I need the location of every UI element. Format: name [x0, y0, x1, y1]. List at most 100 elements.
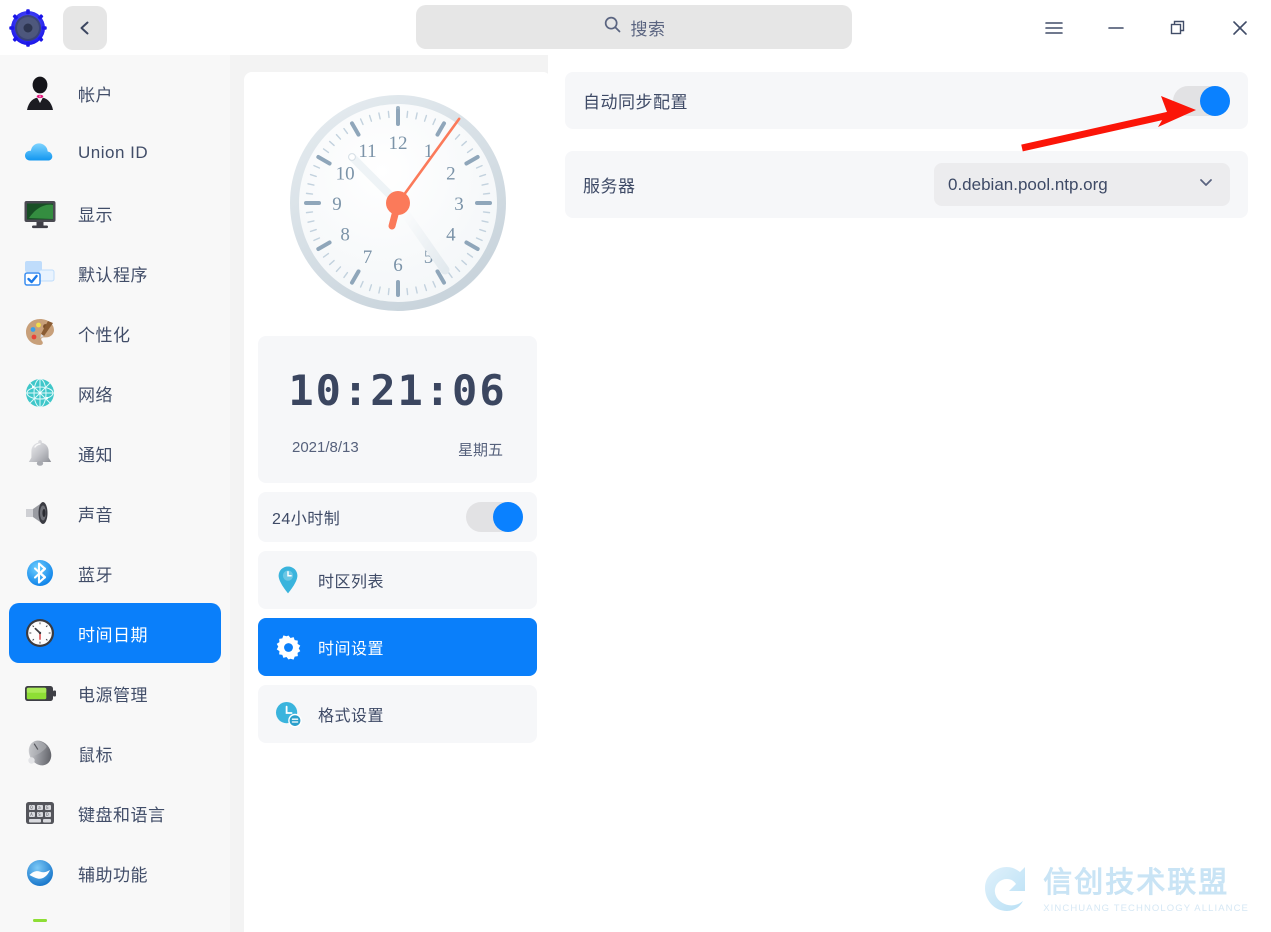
server-select-value: 0.debian.pool.ntp.org [948, 174, 1108, 194]
account-avatar-icon [18, 71, 62, 115]
search-bar[interactable]: 搜索 [416, 5, 852, 49]
minimize-icon[interactable] [1085, 0, 1147, 55]
row-24hour[interactable]: 24小时制 [258, 492, 537, 542]
g-swirl-logo [981, 863, 1033, 920]
sidebar-item-partial[interactable] [9, 903, 221, 932]
sidebar-item-label: 显示 [78, 205, 113, 225]
server-label: 服务器 [583, 177, 636, 196]
digital-time: 10:21:06 [288, 365, 507, 415]
accessibility-icon [18, 851, 62, 895]
sidebar-item-default-apps[interactable]: 默认程序 [9, 243, 221, 303]
keyboard-icon: QaE ASD [18, 791, 62, 835]
close-icon[interactable] [1209, 0, 1271, 55]
partial-green-icon [18, 901, 62, 932]
sidebar-item-label: 默认程序 [78, 265, 148, 285]
chevron-down-icon [1196, 172, 1216, 197]
bell-icon [18, 431, 62, 475]
clock-icon [18, 611, 62, 655]
hamburger-menu-icon[interactable] [1023, 0, 1085, 55]
sidebar-item-notifications[interactable]: 通知 [9, 423, 221, 483]
svg-text:3: 3 [454, 194, 464, 215]
sidebar-item-sound[interactable]: 声音 [9, 483, 221, 543]
palette-icon [18, 311, 62, 355]
toggle-knob [1200, 85, 1230, 116]
settings-gear-icon [9, 8, 47, 47]
window-controls [1023, 0, 1271, 55]
svg-text:9: 9 [332, 194, 342, 215]
sidebar-item-union-id[interactable]: Union ID [9, 123, 221, 183]
chevron-left-icon [75, 18, 95, 38]
sidebar-item-datetime[interactable]: 时间日期 [9, 603, 221, 663]
row-timezone-label: 时区列表 [318, 574, 385, 591]
sidebar-item-label: 键盘和语言 [78, 805, 166, 825]
sidebar-item-label: 声音 [78, 505, 113, 525]
sidebar-item-bluetooth[interactable]: 蓝牙 [9, 543, 221, 603]
analog-clock-face: 1234567891011 12 [289, 95, 506, 311]
svg-text:11: 11 [358, 141, 376, 162]
bluetooth-icon [18, 551, 62, 595]
gear-icon [272, 634, 304, 661]
cloud-icon [18, 131, 62, 175]
server-row: 服务器 0.debian.pool.ntp.org [565, 151, 1248, 218]
digital-weekday: 星期五 [457, 441, 503, 459]
row-24hour-label: 24小时制 [272, 511, 341, 528]
toggle-knob [493, 502, 523, 532]
sidebar-item-mouse[interactable]: 鼠标 [9, 723, 221, 783]
sidebar-item-display[interactable]: 显示 [9, 183, 221, 243]
clock-format-icon [272, 700, 304, 728]
server-select[interactable]: 0.debian.pool.ntp.org [934, 163, 1230, 206]
battery-icon [18, 671, 62, 715]
row-format-settings[interactable]: 格式设置 [258, 685, 537, 743]
sidebar-item-label: Union ID [78, 143, 149, 162]
monitor-icon [18, 191, 62, 235]
mouse-icon [18, 731, 62, 775]
sidebar-item-label: 蓝牙 [78, 565, 113, 585]
watermark-text: 信创技术联盟 XINCHUANG TECHNOLOGY ALLIANCE [1043, 867, 1249, 915]
right-panel: 自动同步配置 服务器 0.debian.pool.ntp.org 信创技术联盟 … [548, 55, 1271, 932]
sidebar-item-accessibility[interactable]: 辅助功能 [9, 843, 221, 903]
search-placeholder: 搜索 [630, 19, 666, 39]
svg-text:7: 7 [362, 247, 372, 268]
row-time-settings[interactable]: 时间设置 [258, 618, 537, 676]
sidebar-item-label: 帐户 [78, 85, 113, 105]
svg-text:12: 12 [388, 133, 407, 154]
row-time-settings-label: 时间设置 [318, 641, 385, 658]
speaker-icon [18, 491, 62, 535]
svg-text:6: 6 [393, 255, 403, 276]
sidebar-item-label: 个性化 [78, 325, 131, 345]
watermark-cn: 信创技术联盟 [1043, 867, 1230, 899]
settings-window: 搜索 帐户 Union ID 显示 默认程序 个性化 网络 通知 声音 蓝牙 时… [0, 0, 1271, 932]
24hour-toggle[interactable] [466, 502, 523, 532]
sidebar-item-network[interactable]: 网络 [9, 363, 221, 423]
search-input[interactable]: 搜索 [416, 5, 852, 49]
restore-icon[interactable] [1147, 0, 1209, 55]
globe-network-icon [18, 371, 62, 415]
back-button[interactable] [63, 5, 107, 50]
default-apps-icon [18, 251, 62, 295]
search-icon [603, 15, 622, 39]
auto-sync-row: 自动同步配置 [565, 72, 1248, 129]
svg-text:4: 4 [446, 225, 456, 246]
sidebar-item-account[interactable]: 帐户 [9, 63, 221, 123]
row-format-label: 格式设置 [318, 708, 385, 725]
digital-date: 2021/8/13 [292, 438, 359, 456]
sidebar-item-label: 时间日期 [78, 625, 148, 645]
analog-clock: 1 2 3 4 5 6 7 8 9 10 11 12 [258, 72, 537, 334]
sidebar-item-power[interactable]: 电源管理 [9, 663, 221, 723]
svg-text:2: 2 [446, 164, 456, 185]
svg-text:10: 10 [335, 164, 354, 185]
middle-column: 1 2 3 4 5 6 7 8 9 10 11 12 10:21:06 2021… [230, 55, 551, 932]
sidebar-item-label: 电源管理 [78, 685, 148, 705]
sidebar-item-personalization[interactable]: 个性化 [9, 303, 221, 363]
digital-clock: 10:21:06 2021/8/13 星期五 [258, 336, 537, 483]
auto-sync-toggle[interactable] [1173, 85, 1230, 116]
window-body: 帐户 Union ID 显示 默认程序 个性化 网络 通知 声音 蓝牙 时间日期… [0, 55, 1271, 932]
sidebar-item-label: 通知 [78, 445, 113, 465]
datetime-card: 1 2 3 4 5 6 7 8 9 10 11 12 10:21:06 2021… [244, 72, 551, 932]
watermark: 信创技术联盟 XINCHUANG TECHNOLOGY ALLIANCE [981, 863, 1249, 920]
location-pin-clock-icon [272, 565, 304, 595]
row-timezone-list[interactable]: 时区列表 [258, 551, 537, 609]
sidebar-item-keyboard[interactable]: QaE ASD 键盘和语言 [9, 783, 221, 843]
svg-text:8: 8 [340, 225, 350, 246]
title-bar: 搜索 [0, 0, 1271, 55]
